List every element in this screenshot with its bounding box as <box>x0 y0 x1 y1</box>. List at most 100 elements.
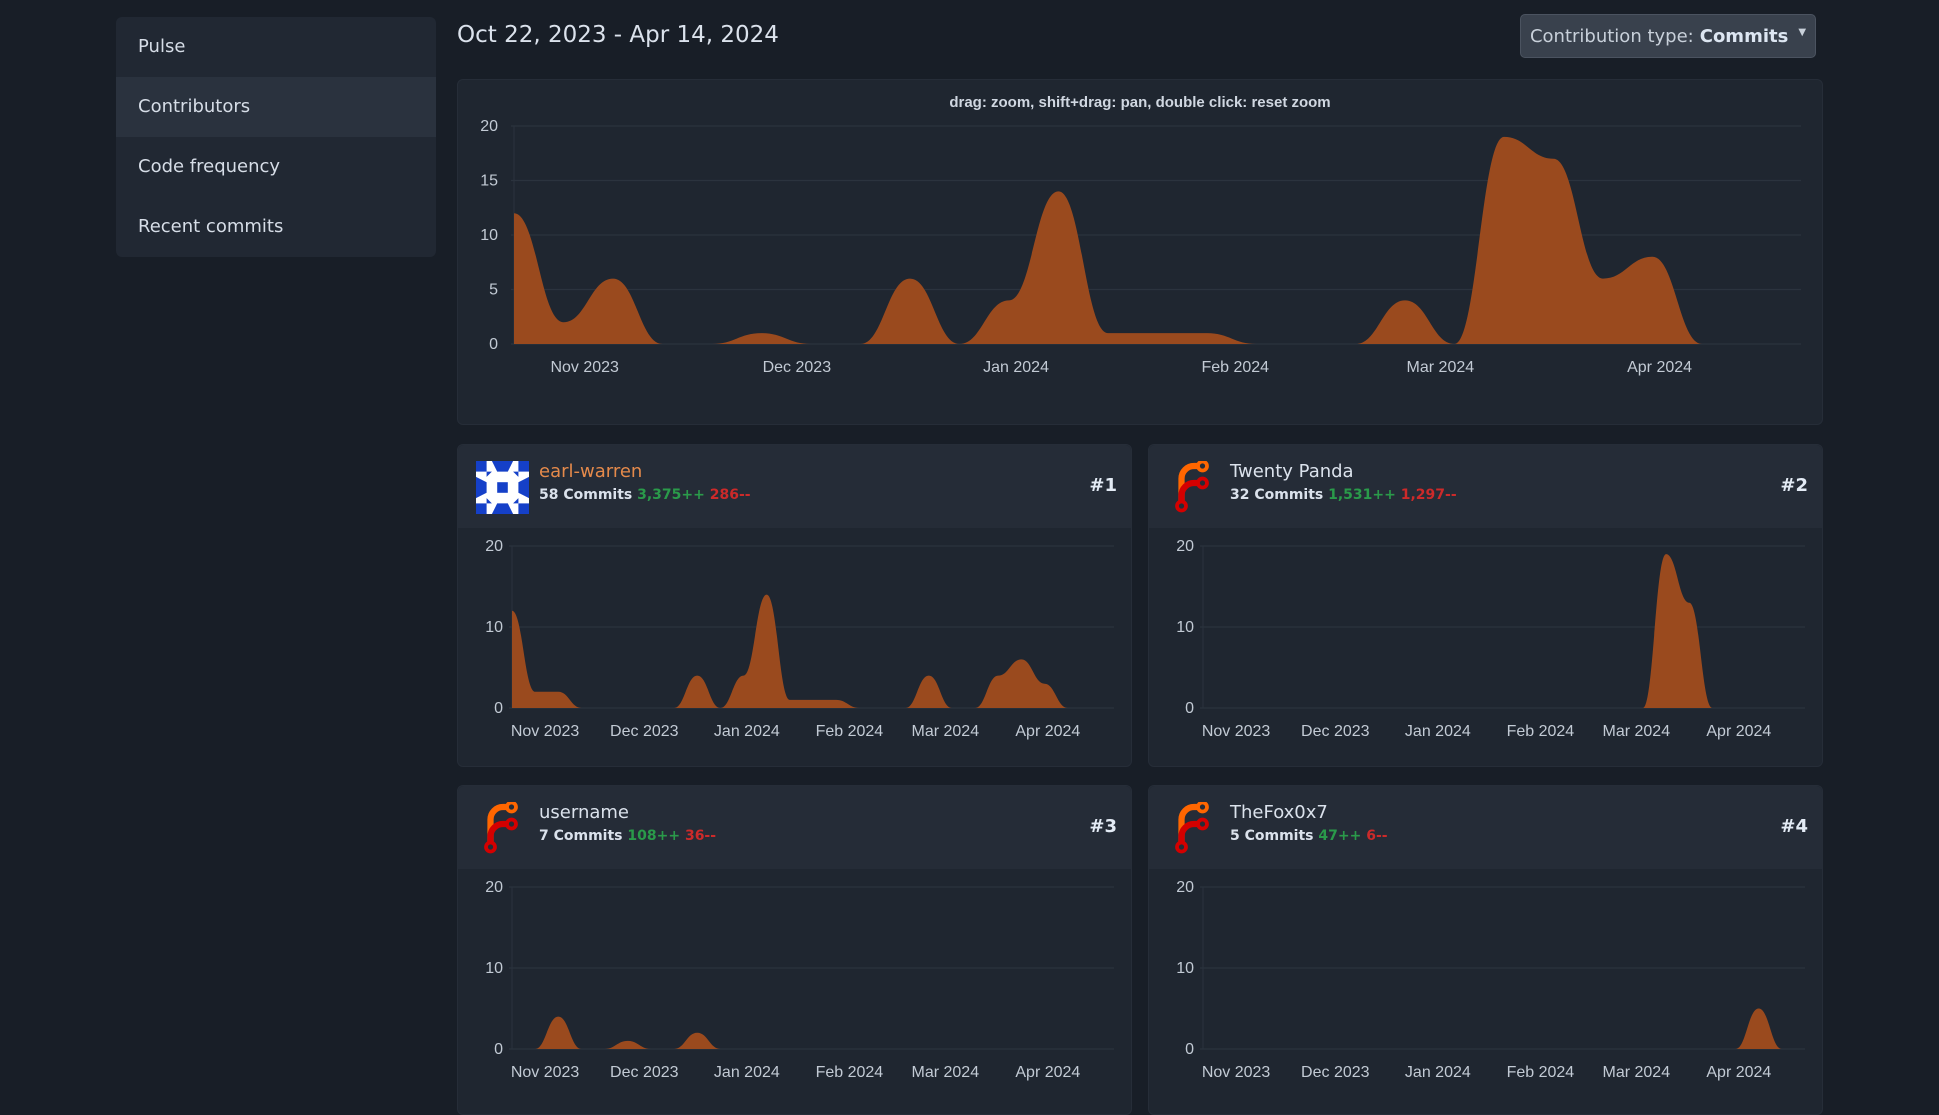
contributor-card: earl-warren 58 Commits 3,375++ 286-- #1 … <box>457 444 1132 767</box>
additions-count: 1,531++ <box>1328 487 1396 503</box>
deletions-count: 1,297-- <box>1400 487 1457 503</box>
overview-chart-panel[interactable]: drag: zoom, shift+drag: pan, double clic… <box>457 79 1823 425</box>
y-tick-label: 10 <box>1176 619 1194 636</box>
y-tick-label: 0 <box>1185 1041 1194 1058</box>
x-tick-label: Jan 2024 <box>983 359 1049 376</box>
y-tick-label: 20 <box>485 879 503 896</box>
sidebar-item-contributors[interactable]: Contributors <box>116 77 436 137</box>
contributor-stats: 5 Commits 47++ 6-- <box>1230 828 1388 844</box>
x-tick-label: Mar 2024 <box>1407 359 1475 376</box>
contributor-card-header: username 7 Commits 108++ 36-- #3 <box>458 786 1131 869</box>
commits-area <box>512 1016 1114 1049</box>
contribution-type-dropdown[interactable]: Contribution type: Commits ▼ <box>1520 14 1816 58</box>
y-tick-label: 15 <box>480 173 498 190</box>
x-tick-label: Feb 2024 <box>816 1064 884 1081</box>
y-tick-label: 0 <box>494 700 503 717</box>
contributor-rank: #2 <box>1780 475 1808 496</box>
contributor-stats: 32 Commits 1,531++ 1,297-- <box>1230 487 1457 503</box>
identicon-avatar[interactable] <box>476 461 529 514</box>
x-tick-label: Jan 2024 <box>1405 1064 1471 1081</box>
contributor-name: username <box>539 802 629 823</box>
sidebar-item-recent-commits[interactable]: Recent commits <box>116 197 436 257</box>
y-tick-label: 0 <box>1185 700 1194 717</box>
deletions-count: 36-- <box>684 828 717 844</box>
contributor-stats: 7 Commits 108++ 36-- <box>539 828 716 844</box>
contributor-card: TheFox0x7 5 Commits 47++ 6-- #4 0 10 20 Nov… <box>1148 785 1823 1115</box>
y-tick-label: 20 <box>480 118 498 135</box>
x-tick-label: Feb 2024 <box>1507 723 1575 740</box>
contributor-rank: #4 <box>1780 816 1808 837</box>
caret-down-icon: ▼ <box>1798 26 1807 38</box>
x-tick-label: Nov 2023 <box>1202 1064 1271 1081</box>
x-tick-label: Feb 2024 <box>816 723 884 740</box>
contributor-card-header: TheFox0x7 5 Commits 47++ 6-- #4 <box>1149 786 1822 869</box>
contributor-rank: #1 <box>1089 475 1117 496</box>
commit-count: 7 Commits <box>539 828 623 844</box>
sidebar-item-code-frequency[interactable]: Code frequency <box>116 137 436 197</box>
y-tick-label: 10 <box>485 619 503 636</box>
y-tick-label: 20 <box>1176 879 1194 896</box>
contributor-chart[interactable]: 0 10 20 Nov 2023 Dec 2023 Jan 2024 Feb 2024 Mar… <box>1148 869 1823 1109</box>
x-tick-label: Jan 2024 <box>714 723 780 740</box>
x-tick-label: Mar 2024 <box>1603 723 1671 740</box>
x-tick-label: Apr 2024 <box>1015 723 1080 740</box>
overview-chart[interactable]: 0 5 10 15 20 Nov 2023 Dec 2023 Jan 2024 Feb 2024… <box>457 79 1823 425</box>
x-tick-label: Dec 2023 <box>610 1064 679 1081</box>
additions-count: 47++ <box>1318 828 1362 844</box>
commits-area <box>1203 554 1805 708</box>
x-tick-label: Apr 2024 <box>1706 723 1771 740</box>
x-tick-label: Apr 2024 <box>1015 1064 1080 1081</box>
y-tick-label: 0 <box>494 1041 503 1058</box>
x-tick-label: Jan 2024 <box>714 1064 780 1081</box>
repo-activity-sidebar: Pulse Contributors Code frequency Recent… <box>116 17 436 257</box>
commits-area <box>1203 1008 1805 1049</box>
x-tick-label: Dec 2023 <box>1301 1064 1370 1081</box>
commit-count: 58 Commits <box>539 487 633 503</box>
x-tick-label: Feb 2024 <box>1507 1064 1575 1081</box>
x-tick-label: Mar 2024 <box>912 1064 980 1081</box>
x-tick-label: Apr 2024 <box>1706 1064 1771 1081</box>
additions-count: 108++ <box>627 828 681 844</box>
commit-count: 5 Commits <box>1230 828 1314 844</box>
commit-count: 32 Commits <box>1230 487 1324 503</box>
contributor-card: Twenty Panda 32 Commits 1,531++ 1,297-- … <box>1148 444 1823 767</box>
commits-area <box>514 136 1801 344</box>
contributor-stats: 58 Commits 3,375++ 286-- <box>539 487 751 503</box>
contribution-type-label: Contribution type: <box>1529 25 1694 47</box>
forgejo-logo-avatar <box>1175 461 1209 513</box>
additions-count: 3,375++ <box>637 487 705 503</box>
y-tick-label: 20 <box>1176 538 1194 555</box>
forgejo-logo-avatar <box>484 802 518 854</box>
x-tick-label: Mar 2024 <box>1603 1064 1671 1081</box>
y-tick-label: 20 <box>485 538 503 555</box>
forgejo-logo-avatar <box>1175 802 1209 854</box>
sidebar-item-pulse[interactable]: Pulse <box>116 17 436 77</box>
x-tick-label: Dec 2023 <box>1301 723 1370 740</box>
x-tick-label: Apr 2024 <box>1627 359 1692 376</box>
contributor-chart[interactable]: 0 10 20 Nov 2023 Dec 2023 Jan 2024 Feb 2024 Mar… <box>457 869 1132 1109</box>
y-tick-label: 5 <box>489 282 498 299</box>
contributor-name-link[interactable]: earl-warren <box>539 461 642 482</box>
contributor-name: Twenty Panda <box>1230 461 1354 482</box>
x-tick-label: Dec 2023 <box>610 723 679 740</box>
contributor-card-header: Twenty Panda 32 Commits 1,531++ 1,297-- … <box>1149 445 1822 528</box>
contributor-name: TheFox0x7 <box>1230 802 1328 823</box>
deletions-count: 286-- <box>709 487 751 503</box>
x-tick-label: Nov 2023 <box>550 359 619 376</box>
contributor-rank: #3 <box>1089 816 1117 837</box>
contributor-card: username 7 Commits 108++ 36-- #3 0 10 20 No… <box>457 785 1132 1115</box>
x-tick-label: Nov 2023 <box>1202 723 1271 740</box>
contributor-chart[interactable]: 0 10 20 Nov 2023 Dec 2023 Jan 2024 Feb 2024 Mar… <box>457 528 1132 768</box>
x-tick-label: Nov 2023 <box>511 723 580 740</box>
deletions-count: 6-- <box>1366 828 1388 844</box>
x-tick-label: Jan 2024 <box>1405 723 1471 740</box>
y-tick-label: 10 <box>480 227 498 244</box>
y-tick-label: 0 <box>489 336 498 353</box>
contribution-type-value: Commits <box>1699 25 1789 47</box>
commits-area <box>512 594 1114 708</box>
y-tick-label: 10 <box>485 960 503 977</box>
contributor-chart[interactable]: 0 10 20 Nov 2023 Dec 2023 Jan 2024 Feb 2024 Mar… <box>1148 528 1823 768</box>
date-range: Oct 22, 2023 - Apr 14, 2024 <box>457 22 779 48</box>
y-tick-label: 10 <box>1176 960 1194 977</box>
x-tick-label: Feb 2024 <box>1201 359 1269 376</box>
